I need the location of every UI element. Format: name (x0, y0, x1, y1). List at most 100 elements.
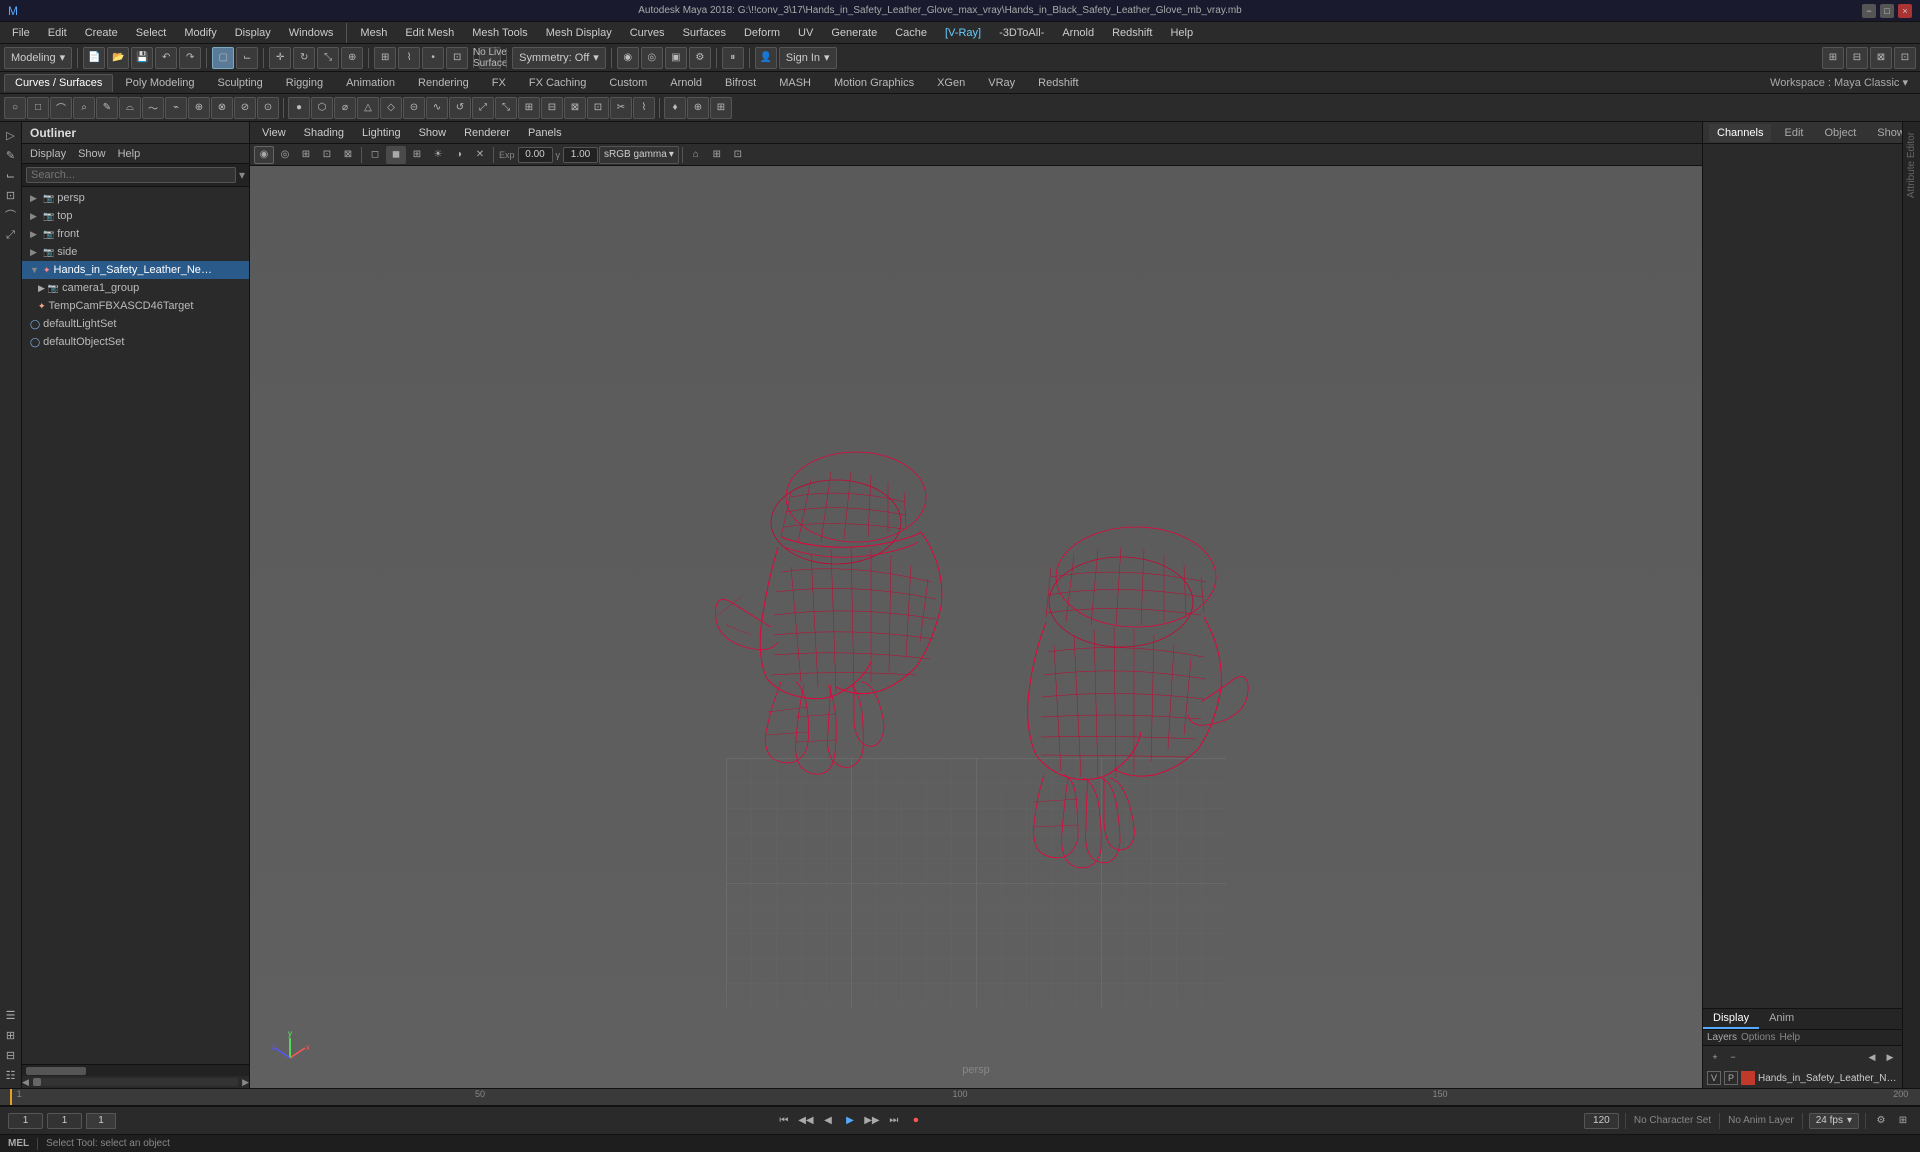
left-icon-select[interactable]: ▷ (2, 126, 20, 144)
menu-edit[interactable]: Edit (40, 25, 75, 41)
sign-in-button[interactable]: Sign In ▾ (779, 47, 837, 69)
tree-item-top[interactable]: ▶ 📷 top (22, 207, 249, 225)
frame-start-input[interactable] (8, 1113, 43, 1129)
vp-shadow-btn[interactable]: ◑ (449, 146, 469, 164)
layer-visibility-v[interactable]: V (1707, 1071, 1721, 1085)
menu-help[interactable]: Help (1162, 25, 1201, 41)
menu-curves[interactable]: Curves (622, 25, 673, 41)
outliner-menu-show[interactable]: Show (74, 146, 110, 162)
tab-arnold[interactable]: Arnold (659, 74, 713, 92)
menu-mesh-tools[interactable]: Mesh Tools (464, 25, 535, 41)
attach-curve[interactable]: ⊘ (234, 97, 256, 119)
menu-select[interactable]: Select (128, 25, 175, 41)
left-icon-curves2[interactable]: ⌒ (2, 206, 20, 224)
stitch-tool[interactable]: ⌇ (633, 97, 655, 119)
tree-item-hands-group[interactable]: ▼ ✦ Hands_in_Safety_Leather_Neoprene_... (22, 261, 249, 279)
tree-item-front[interactable]: ▶ 📷 front (22, 225, 249, 243)
menu-3dtoall[interactable]: -3DToAll- (991, 25, 1052, 41)
left-icon-paint[interactable]: ✎ (2, 146, 20, 164)
vp-menu-renderer[interactable]: Renderer (456, 125, 518, 141)
step-forward-button[interactable]: ▶▶ (863, 1112, 881, 1130)
vp-menu-panels[interactable]: Panels (520, 125, 570, 141)
tree-item-objectset[interactable]: ◯ defaultObjectSet (22, 333, 249, 351)
frame-range-btn[interactable]: ⊞ (1894, 1112, 1912, 1130)
snap-grid-button[interactable]: ⊞ (374, 47, 396, 69)
sphere-tool[interactable]: ● (288, 97, 310, 119)
menu-windows[interactable]: Windows (281, 25, 342, 41)
menu-display[interactable]: Display (227, 25, 279, 41)
goto-start-button[interactable]: ⏮ (775, 1112, 793, 1130)
tab-edit[interactable]: Edit (1776, 124, 1812, 142)
tab-fx-caching[interactable]: FX Caching (518, 74, 597, 92)
revolve-tool[interactable]: ↺ (449, 97, 471, 119)
extrude-tool[interactable]: ⤢ (472, 97, 494, 119)
align-curve[interactable]: ⊙ (257, 97, 279, 119)
layer-new-btn[interactable]: + (1707, 1048, 1723, 1066)
left-icon-layers[interactable]: ☰ (2, 1006, 20, 1024)
vp-xray-btn[interactable]: ✕ (470, 146, 490, 164)
goto-end-button[interactable]: ⏭ (885, 1112, 903, 1130)
render-current-button[interactable]: ◉ (617, 47, 639, 69)
vp-menu-show[interactable]: Show (411, 125, 455, 141)
tab-mash[interactable]: MASH (768, 74, 822, 92)
tree-item-side[interactable]: ▶ 📷 side (22, 243, 249, 261)
curve-tool[interactable]: ⌒ (50, 97, 72, 119)
workspace-layout-btn4[interactable]: ⊡ (1894, 47, 1916, 69)
maximize-button[interactable]: □ (1880, 4, 1894, 18)
move-tool-button[interactable]: ✛ (269, 47, 291, 69)
fps-dropdown[interactable]: 24 fps ▾ (1809, 1113, 1859, 1129)
vp-grid-toggle[interactable]: ⊞ (707, 146, 727, 164)
tab-curves-surfaces[interactable]: Curves / Surfaces (4, 74, 113, 92)
selection-handle[interactable]: ⊕ (687, 97, 709, 119)
insert-knot[interactable]: ⊕ (188, 97, 210, 119)
vp-home-btn[interactable]: ⌂ (686, 146, 706, 164)
menu-mesh-display[interactable]: Mesh Display (538, 25, 620, 41)
tab-channels[interactable]: Channels (1709, 124, 1772, 142)
layer-visibility-p[interactable]: P (1724, 1071, 1738, 1085)
search-filter-icon[interactable]: ▾ (239, 168, 245, 182)
ipr-render-button[interactable]: ◎ (641, 47, 663, 69)
options-tab[interactable]: Options (1741, 1032, 1775, 1043)
save-file-button[interactable]: 💾 (131, 47, 153, 69)
vp-camera-mode4[interactable]: ⊡ (317, 146, 337, 164)
layer-arrow-right[interactable]: ▶ (1882, 1048, 1898, 1066)
tab-xgen[interactable]: XGen (926, 74, 976, 92)
menu-modify[interactable]: Modify (176, 25, 224, 41)
tab-animation[interactable]: Animation (335, 74, 406, 92)
snap-curve-button[interactable]: ⌇ (398, 47, 420, 69)
tree-item-persp[interactable]: ▶ 📷 persp (22, 189, 249, 207)
tab-poly-modeling[interactable]: Poly Modeling (114, 74, 205, 92)
outliner-hscroll-thumb[interactable] (26, 1067, 86, 1075)
play-back-button[interactable]: ◀ (819, 1112, 837, 1130)
mode-dropdown[interactable]: Modeling ▾ (4, 47, 72, 69)
undo-button[interactable]: ↶ (155, 47, 177, 69)
step-back-button[interactable]: ◀◀ (797, 1112, 815, 1130)
tab-redshift[interactable]: Redshift (1027, 74, 1089, 92)
universal-tool-button[interactable]: ⊕ (341, 47, 363, 69)
menu-create[interactable]: Create (77, 25, 126, 41)
cone-tool[interactable]: △ (357, 97, 379, 119)
menu-mesh[interactable]: Mesh (352, 25, 395, 41)
sculpt-tool[interactable]: ♦ (664, 97, 686, 119)
vp-camera-mode3[interactable]: ⊞ (296, 146, 316, 164)
play-forward-button[interactable]: ▶ (841, 1112, 859, 1130)
menu-surfaces[interactable]: Surfaces (675, 25, 734, 41)
select-tool-button[interactable]: ▢ (212, 47, 234, 69)
workspace-layout-btn2[interactable]: ⊟ (1846, 47, 1868, 69)
left-icon-lasso[interactable]: ⌙ (2, 166, 20, 184)
tree-item-camera1-group[interactable]: ▶ 📷 camera1_group (22, 279, 249, 297)
tab-fx[interactable]: FX (481, 74, 517, 92)
frame-current-input[interactable] (47, 1113, 82, 1129)
snap-surface-button[interactable]: ⊡ (446, 47, 468, 69)
tab-anim[interactable]: Anim (1759, 1009, 1804, 1029)
vp-wireframe-btn[interactable]: ◻ (365, 146, 385, 164)
close-button[interactable]: × (1898, 4, 1912, 18)
loft-tool[interactable]: ⤡ (495, 97, 517, 119)
render-settings-button[interactable]: ⚙ (689, 47, 711, 69)
left-icon-settings[interactable]: ⊞ (2, 1026, 20, 1044)
outliner-menu-help[interactable]: Help (114, 146, 145, 162)
planar-tool[interactable]: ⊞ (518, 97, 540, 119)
menu-arnold[interactable]: Arnold (1054, 25, 1102, 41)
tree-item-tempcam[interactable]: ✦ TempCamFBXASCD46Target (22, 297, 249, 315)
snap-point-button[interactable]: • (422, 47, 444, 69)
